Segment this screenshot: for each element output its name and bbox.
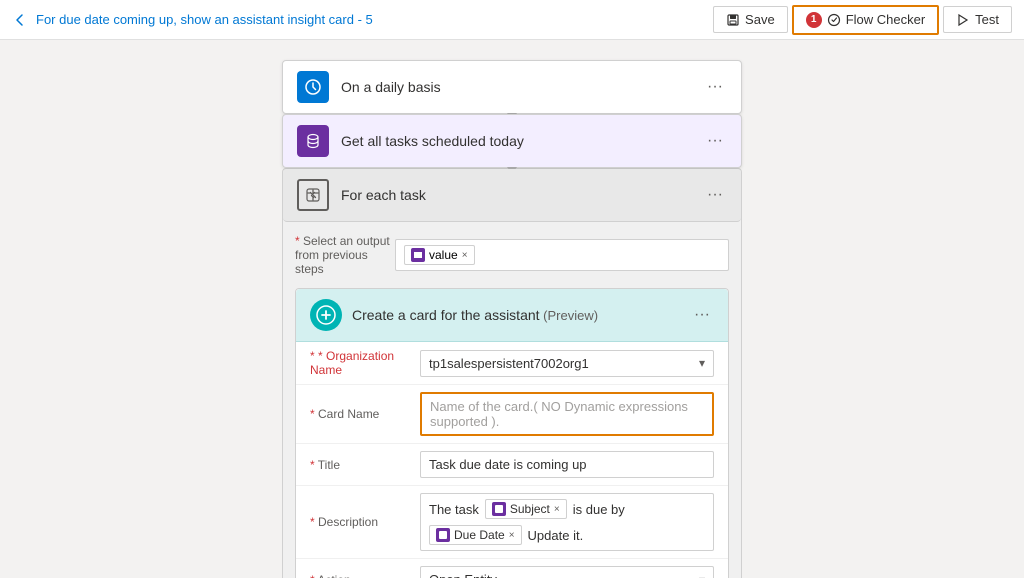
- subject-tag: Subject ×: [485, 499, 567, 519]
- daily-menu[interactable]: ···: [703, 74, 727, 100]
- card-name-field[interactable]: Name of the card.( NO Dynamic expression…: [420, 392, 714, 436]
- create-card-title-container: Create a card for the assistant (Preview…: [352, 307, 598, 323]
- action-value: Open Entity: [429, 572, 497, 578]
- desc-middle: is due by: [573, 502, 625, 517]
- top-bar: For due date coming up, show an assistan…: [0, 0, 1024, 40]
- due-date-tag-label: Due Date: [454, 528, 505, 542]
- action-row: * Action Open Entity ▾: [296, 559, 728, 578]
- flow-checker-button[interactable]: 1 Flow Checker: [792, 5, 939, 35]
- create-card-subtitle: (Preview): [543, 307, 598, 323]
- select-output-row: * Select an outputfrom previous steps va…: [295, 234, 729, 276]
- daily-title: On a daily basis: [341, 79, 703, 95]
- action-arrow: ▾: [699, 573, 705, 578]
- subject-tag-close[interactable]: ×: [554, 504, 560, 515]
- action-field[interactable]: Open Entity ▾: [420, 566, 714, 578]
- tasks-title: Get all tasks scheduled today: [341, 133, 703, 149]
- value-tag-close[interactable]: ×: [462, 250, 468, 261]
- subject-tag-icon: [492, 502, 506, 516]
- back-button[interactable]: For due date coming up, show an assistan…: [12, 12, 373, 28]
- test-button[interactable]: Test: [943, 6, 1012, 33]
- org-name-row: * * Organization Name tp1salespersistent…: [296, 342, 728, 385]
- foreach-icon: [297, 179, 329, 211]
- daily-block: On a daily basis ···: [282, 60, 742, 114]
- description-field[interactable]: The task Subject × is due by: [420, 493, 714, 551]
- create-card-title: Create a card for the assistant: [352, 307, 540, 323]
- org-name-value: tp1salespersistent7002org1: [429, 356, 589, 371]
- flow-checker-badge: 1: [806, 12, 822, 28]
- due-date-tag: Due Date ×: [429, 525, 522, 545]
- description-row: * Description The task Subject ×: [296, 486, 728, 559]
- foreach-block: For each task ··· * Select an outputfrom…: [282, 168, 742, 578]
- select-output-label: * Select an outputfrom previous steps: [295, 234, 395, 276]
- value-tag: value ×: [404, 245, 475, 265]
- tasks-menu[interactable]: ···: [703, 128, 727, 154]
- desc-prefix: The task: [429, 502, 479, 517]
- tasks-icon: [297, 125, 329, 157]
- flow-canvas: On a daily basis ··· Get all tasks sched…: [0, 40, 1024, 578]
- tag-icon: [411, 248, 425, 262]
- create-card-block: Create a card for the assistant (Preview…: [295, 288, 729, 578]
- foreach-inner: * Select an outputfrom previous steps va…: [283, 222, 741, 578]
- value-tag-label: value: [429, 248, 458, 262]
- org-name-field[interactable]: tp1salespersistent7002org1 ▾: [420, 350, 714, 377]
- tasks-block-header: Get all tasks scheduled today ···: [282, 114, 742, 168]
- create-card-menu[interactable]: ···: [690, 302, 714, 328]
- test-label: Test: [975, 12, 999, 27]
- foreach-block-header: For each task ···: [283, 169, 741, 222]
- form-fields: * * Organization Name tp1salespersistent…: [296, 342, 728, 578]
- due-date-tag-close[interactable]: ×: [509, 530, 515, 541]
- page-title: For due date coming up, show an assistan…: [36, 12, 373, 27]
- card-name-placeholder: Name of the card.( NO Dynamic expression…: [430, 399, 704, 429]
- flow-checker-label: Flow Checker: [846, 12, 925, 27]
- subject-tag-label: Subject: [510, 502, 550, 516]
- select-output-field[interactable]: value ×: [395, 239, 729, 271]
- foreach-menu[interactable]: ···: [703, 182, 727, 208]
- title-row: * Title Task due date is coming up: [296, 444, 728, 486]
- org-name-label: * * Organization Name: [310, 349, 420, 377]
- description-label: * Description: [310, 515, 420, 529]
- daily-icon: [297, 71, 329, 103]
- create-card-header: Create a card for the assistant (Preview…: [296, 289, 728, 342]
- foreach-title: For each task: [341, 187, 703, 203]
- desc-suffix: Update it.: [528, 528, 584, 543]
- title-label: * Title: [310, 458, 420, 472]
- card-name-row: * Card Name Name of the card.( NO Dynami…: [296, 385, 728, 444]
- create-card-icon: [310, 299, 342, 331]
- action-label: * Action: [310, 573, 420, 578]
- save-label: Save: [745, 12, 775, 27]
- daily-block-header: On a daily basis ···: [282, 60, 742, 114]
- title-field[interactable]: Task due date is coming up: [420, 451, 714, 478]
- due-date-tag-icon: [436, 528, 450, 542]
- header-actions: Save 1 Flow Checker Test: [713, 5, 1012, 35]
- card-name-label: * Card Name: [310, 407, 420, 421]
- org-name-arrow: ▾: [699, 356, 705, 370]
- save-button[interactable]: Save: [713, 6, 788, 33]
- title-value: Task due date is coming up: [429, 457, 587, 472]
- tasks-block: Get all tasks scheduled today ···: [282, 114, 742, 168]
